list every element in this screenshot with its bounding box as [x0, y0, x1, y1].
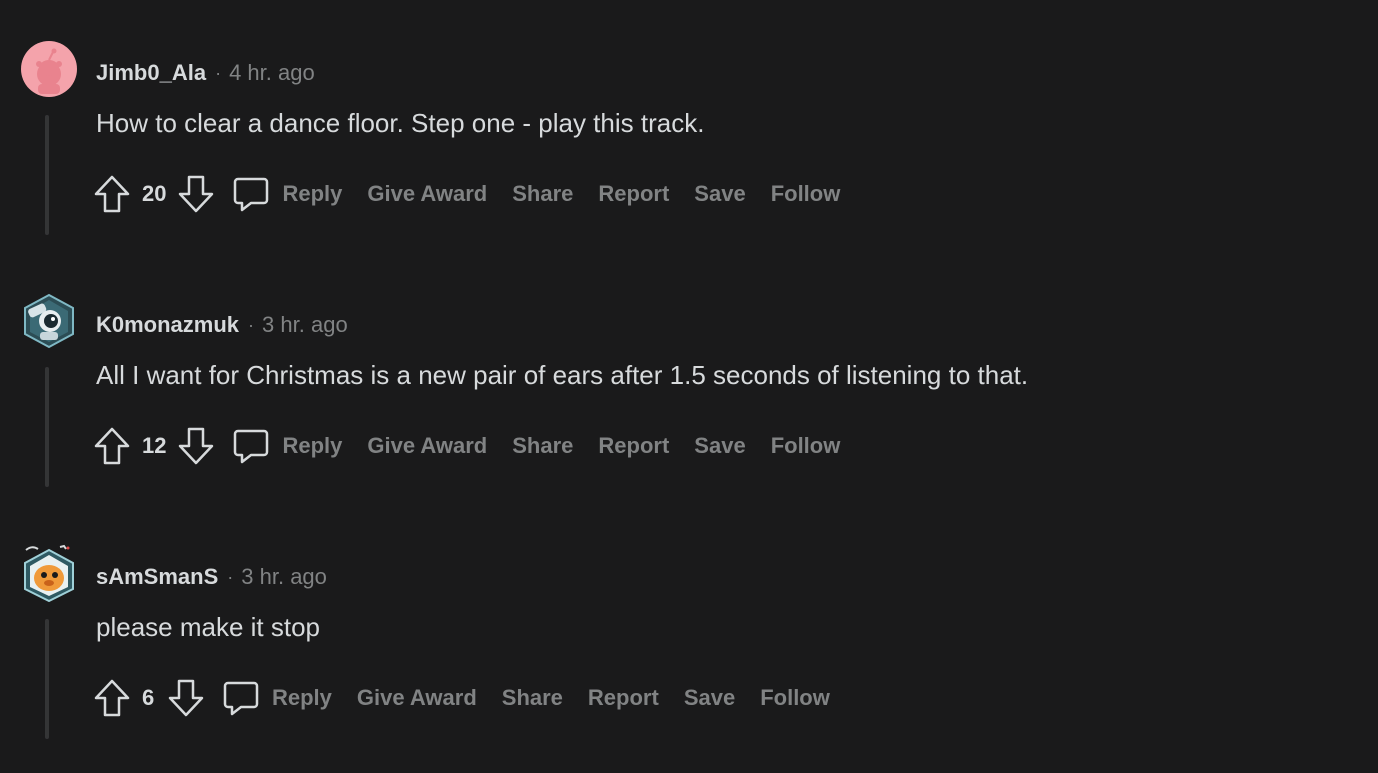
downvote-arrow-icon [179, 427, 214, 465]
comment-bubble-icon [223, 681, 259, 716]
username[interactable]: K0monazmuk [96, 312, 239, 338]
report-button[interactable]: Report [588, 685, 659, 711]
avatar[interactable] [20, 40, 78, 98]
comment-bubble-icon [234, 429, 269, 464]
save-button[interactable]: Save [694, 433, 745, 459]
snoo-avatar-icon [21, 41, 77, 97]
downvote-button[interactable] [176, 174, 216, 214]
downvote-button[interactable] [166, 678, 206, 718]
follow-button[interactable]: Follow [771, 181, 841, 207]
timestamp[interactable]: 4 hr. ago [229, 60, 315, 86]
comment-actions: 12 Reply Give Award Share Report Save Fo… [92, 424, 840, 468]
give-award-button[interactable]: Give Award [367, 181, 487, 207]
vote-score: 6 [142, 685, 155, 710]
reply-label: Reply [282, 433, 343, 458]
downvote-arrow-icon [179, 175, 214, 213]
comment-body: please make it stop [96, 612, 321, 642]
reply-label: Reply [282, 181, 343, 206]
comment-meta: K0monazmuk · 3 hr. ago [96, 310, 348, 340]
give-award-button[interactable]: Give Award [367, 433, 487, 459]
upvote-button[interactable] [92, 678, 132, 718]
upvote-arrow-icon [94, 175, 130, 213]
vote-score: 12 [142, 433, 167, 458]
give-award-button[interactable]: Give Award [357, 685, 477, 711]
comment-body: All I want for Christmas is a new pair o… [96, 360, 1029, 390]
avatar[interactable] [20, 292, 78, 350]
follow-button[interactable]: Follow [760, 685, 830, 711]
avatar[interactable] [20, 544, 78, 603]
save-button[interactable]: Save [694, 181, 745, 207]
save-button[interactable]: Save [684, 685, 735, 711]
reply-label: Reply [272, 685, 332, 710]
separator-dot: · [248, 314, 255, 335]
comment-actions: 6 Reply Give Award Share Report Save Fol… [92, 676, 830, 720]
comment: Jimb0_Ala · 4 hr. ago How to clear a dan… [0, 0, 1378, 252]
astronaut-avatar-icon [24, 293, 74, 349]
share-button[interactable]: Share [512, 433, 573, 459]
comment-meta: sAmSmanS · 3 hr. ago [96, 562, 327, 592]
comment: K0monazmuk · 3 hr. ago All I want for Ch… [0, 252, 1378, 504]
reply-button[interactable]: Reply [232, 427, 342, 465]
thread-collapse-line[interactable] [45, 619, 49, 739]
downvote-button[interactable] [176, 426, 216, 466]
vote-score: 20 [142, 181, 167, 206]
username[interactable]: Jimb0_Ala [96, 60, 206, 86]
report-button[interactable]: Report [598, 433, 669, 459]
downvote-arrow-icon [168, 679, 204, 717]
thread-collapse-line[interactable] [45, 115, 49, 235]
timestamp[interactable]: 3 hr. ago [262, 312, 348, 338]
follow-button[interactable]: Follow [771, 433, 841, 459]
comment-body: How to clear a dance floor. Step one - p… [96, 108, 705, 138]
separator-dot: · [227, 566, 234, 587]
comment: sAmSmanS · 3 hr. ago please make it stop… [0, 504, 1378, 756]
upvote-button[interactable] [92, 174, 132, 214]
comment-bubble-icon [234, 177, 269, 212]
upvote-button[interactable] [92, 426, 132, 466]
thread-collapse-line[interactable] [45, 367, 49, 487]
reply-button[interactable]: Reply [232, 175, 342, 213]
username[interactable]: sAmSmanS [96, 564, 218, 590]
timestamp[interactable]: 3 hr. ago [241, 564, 327, 590]
share-button[interactable]: Share [512, 181, 573, 207]
separator-dot: · [215, 62, 222, 83]
upvote-arrow-icon [94, 679, 130, 717]
upvote-arrow-icon [94, 427, 130, 465]
share-button[interactable]: Share [502, 685, 563, 711]
reply-button[interactable]: Reply [222, 679, 332, 717]
comment-meta: Jimb0_Ala · 4 hr. ago [96, 58, 315, 88]
comment-actions: 20 Reply Give Award Share Report Save Fo… [92, 172, 840, 216]
report-button[interactable]: Report [598, 181, 669, 207]
orange-character-avatar-icon [24, 544, 74, 603]
